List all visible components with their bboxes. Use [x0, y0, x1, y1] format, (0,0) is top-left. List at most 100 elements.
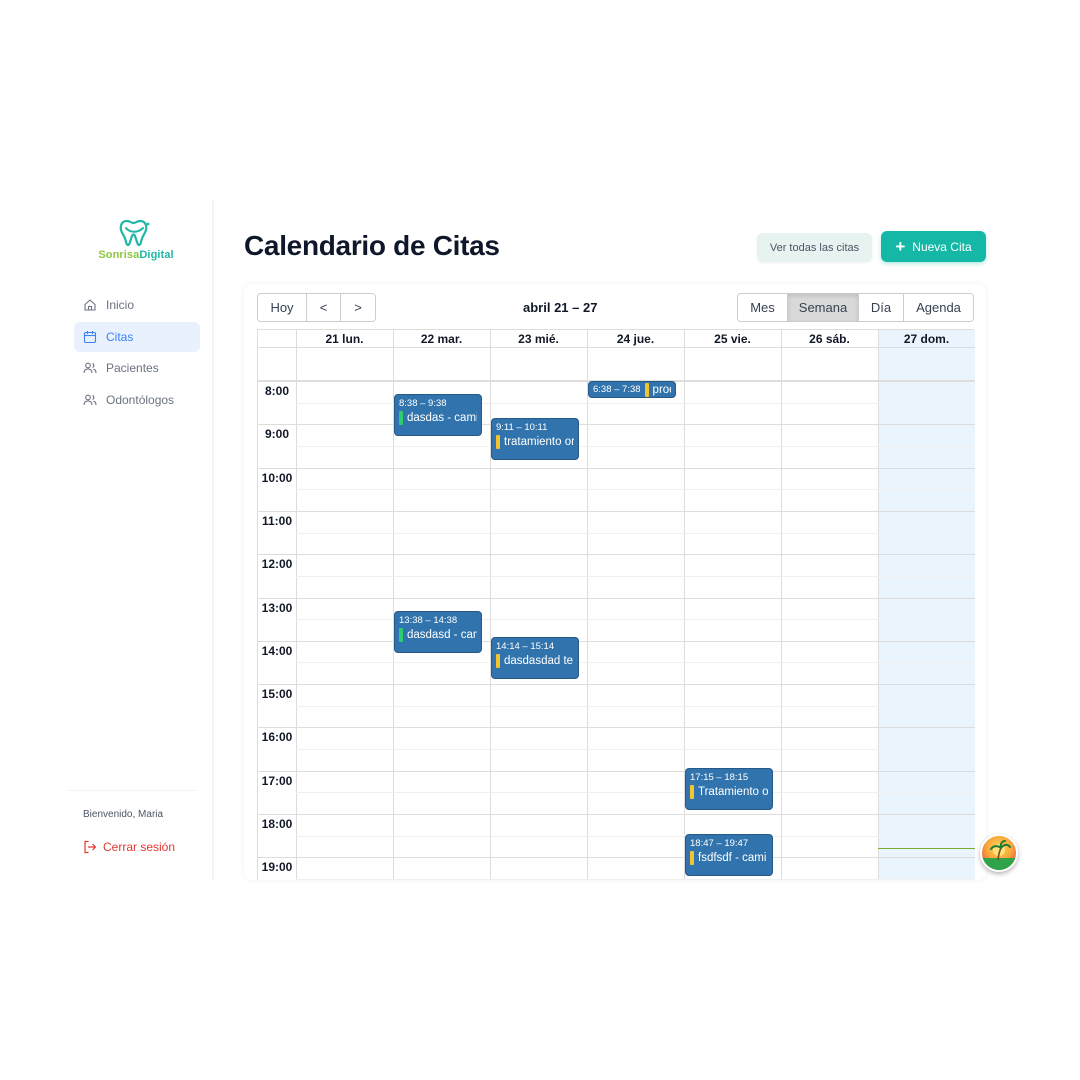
day-header[interactable]: 24 jue. [587, 330, 684, 347]
day-header[interactable]: 23 mié. [490, 330, 587, 347]
sidebar-item-citas[interactable]: Citas [74, 321, 200, 352]
sidebar-divider [68, 790, 196, 791]
logo-text: SonrisaDigital [96, 249, 176, 261]
appointment-title: proc [644, 382, 672, 397]
sidebar-item-label: Odontólogos [106, 392, 175, 407]
appointment-title: dasdasdad te c [496, 653, 575, 668]
logout-button[interactable]: Cerrar sesión [83, 840, 175, 854]
current-time-indicator [878, 847, 975, 849]
sidebar-item-inicio[interactable]: Inicio [74, 290, 200, 320]
hour-divider [258, 467, 975, 469]
appointment-time: 9:11 – 10:11 [496, 422, 548, 434]
palm-tree-icon [982, 840, 1016, 870]
floating-avatar-button[interactable] [980, 834, 1018, 872]
hour-label: 10:00 [261, 470, 293, 485]
plus-icon: + [895, 237, 906, 256]
logo-text-part1: Sonrisa [98, 249, 140, 261]
appointment-status-bar [690, 850, 694, 865]
day-header[interactable]: 25 vie. [684, 330, 781, 347]
view-all-appointments-button[interactable]: Ver todas las citas [757, 233, 872, 262]
appointment-status-bar [496, 435, 500, 450]
hour-divider [258, 424, 975, 426]
appointment-event[interactable]: 6:38 – 7:38 proc [588, 381, 677, 398]
hour-label: 16:00 [261, 730, 293, 745]
sidebar-nav: Inicio Citas Pacientes Odontólogos [74, 290, 200, 416]
day-header[interactable]: 22 mar. [393, 330, 490, 347]
appointment-title: Tratamiento or [690, 784, 769, 799]
users-icon [83, 394, 97, 405]
appointment-time: 18:47 – 19:47 [690, 837, 749, 849]
hour-label: 13:00 [261, 600, 293, 615]
appointment-title: fsdfsdf - cami [690, 850, 768, 865]
new-appointment-label: Nueva Cita [912, 239, 972, 254]
logo[interactable]: SonrisaDigital [96, 218, 176, 261]
half-hour-divider [296, 489, 975, 491]
appointment-title-text: fsdfsdf - cami [698, 851, 767, 864]
view-month-button[interactable]: Mes [738, 294, 788, 321]
tooth-logo-icon [119, 219, 150, 247]
appointment-status-bar [399, 627, 403, 642]
hour-divider [258, 814, 975, 815]
view-agenda-button[interactable]: Agenda [904, 294, 973, 321]
appointment-title: dasdasd - cam [399, 627, 477, 642]
new-appointment-button[interactable]: + Nueva Cita [881, 231, 986, 262]
appointment-time: 17:15 – 18:15 [690, 771, 749, 783]
appointment-event[interactable]: 13:38 – 14:38 dasdasd - cam [394, 610, 483, 653]
hour-label: 18:00 [261, 817, 293, 831]
appointment-event[interactable]: 8:38 – 9:38 dasdas - cami [394, 394, 483, 437]
date-range-label: abril 21 – 27 [523, 300, 598, 315]
hour-divider [258, 857, 975, 859]
half-hour-divider [296, 575, 975, 577]
sidebar-item-label: Citas [106, 329, 134, 344]
grid-row-divider [258, 347, 975, 348]
appointment-status-bar [644, 382, 649, 397]
week-grid[interactable]: 21 lun. 22 mar. 23 mié. 24 jue. 25 vie. 26 sá… [257, 329, 975, 880]
sidebar-item-odontologos[interactable]: Odontólogos [74, 385, 200, 415]
half-hour-divider [296, 532, 975, 534]
view-day-button[interactable]: Día [859, 294, 904, 321]
view-week-button[interactable]: Semana [788, 294, 859, 321]
day-header[interactable]: 21 lun. [296, 330, 393, 347]
sidebar-item-label: Inicio [106, 298, 135, 312]
appointment-title-text: dasdas - cami [407, 412, 478, 425]
view-all-label: Ver todas las citas [769, 241, 860, 254]
half-hour-divider [296, 445, 975, 447]
logout-icon [84, 840, 97, 854]
appointment-event[interactable]: 14:14 – 15:14 dasdasdad te c [491, 636, 580, 679]
sidebar: SonrisaDigital Inicio Citas Pacientes Od… [68, 200, 214, 880]
appointment-status-bar [690, 784, 694, 799]
hour-label: 17:00 [261, 773, 293, 788]
welcome-text: Bienvenido, Maria [83, 809, 163, 820]
grid-column-divider [296, 330, 297, 880]
half-hour-divider [296, 835, 975, 837]
half-hour-divider [296, 878, 975, 880]
grid-column-divider [490, 330, 491, 880]
sidebar-item-pacientes[interactable]: Pacientes [74, 353, 200, 383]
appointment-title-text: proc [652, 383, 672, 396]
appointment-event[interactable]: 9:11 – 10:11 tratamiento or [491, 418, 580, 461]
appointment-time: 13:38 – 14:38 [399, 614, 458, 626]
appointment-event[interactable]: 17:15 – 18:15 Tratamiento or [685, 767, 774, 810]
day-header[interactable]: 27 dom. [878, 330, 975, 347]
appointment-title-text: Tratamiento or [698, 785, 769, 798]
day-header[interactable]: 26 sáb. [781, 330, 878, 347]
today-button[interactable]: Hoy [258, 294, 307, 321]
today-column-highlight [878, 330, 975, 880]
hour-divider [258, 770, 975, 772]
prev-button[interactable]: < [307, 294, 341, 321]
appointment-title: dasdas - cami [399, 411, 478, 426]
hour-divider [258, 597, 975, 599]
hour-label: 11:00 [261, 513, 293, 528]
welcome-name: Maria [138, 809, 164, 820]
hour-label: 15:00 [261, 687, 293, 702]
appointment-title-text: tratamiento or [504, 436, 575, 449]
nav-button-group: Hoy < > [257, 293, 376, 322]
next-button[interactable]: > [341, 294, 375, 321]
appointment-event[interactable]: 18:47 – 19:47 fsdfsdf - cami [685, 833, 774, 876]
calendar-icon [83, 330, 97, 343]
grid-column-divider [878, 330, 879, 880]
hour-divider [258, 727, 975, 729]
appointment-title-text: dasdasdad te c [504, 654, 575, 667]
appointment-time: 8:38 – 9:38 [399, 398, 447, 410]
calendar-card: Hoy < > abril 21 – 27 Mes Semana Día Age… [244, 284, 986, 880]
